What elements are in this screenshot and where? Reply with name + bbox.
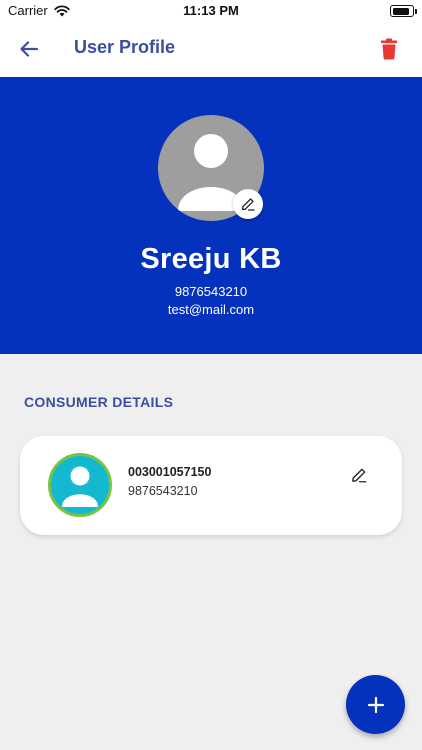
back-button[interactable]	[14, 34, 44, 64]
plus-icon	[367, 696, 384, 713]
status-bar: Carrier 11:13 PM	[0, 0, 422, 22]
battery-icon	[390, 5, 417, 17]
app-bar: User Profile	[0, 22, 422, 77]
add-consumer-button[interactable]	[346, 675, 405, 734]
user-phone: 9876543210	[174, 284, 248, 299]
user-name: Sreeju KB	[140, 243, 282, 275]
edit-avatar-button[interactable]	[233, 189, 263, 219]
battery-fill	[392, 7, 409, 15]
consumer-phone: 9876543210	[128, 484, 198, 498]
edit-consumer-button[interactable]	[348, 464, 370, 486]
pencil-icon	[352, 468, 367, 483]
user-profile-screen: Carrier 11:13 PM User Profile Sreeju KB …	[0, 0, 422, 750]
delete-button[interactable]	[376, 35, 402, 63]
consumer-avatar	[48, 453, 112, 517]
trash-icon	[381, 38, 397, 60]
status-time: 11:13 PM	[183, 3, 239, 18]
consumer-card[interactable]: 003001057150 9876543210	[20, 436, 402, 535]
page-title: User Profile	[74, 37, 176, 57]
arrow-left-icon	[20, 41, 39, 57]
person-icon	[62, 466, 98, 507]
consumer-details-heading: CONSUMER DETAILS	[24, 394, 174, 410]
pencil-icon	[241, 198, 255, 211]
user-email: test@mail.com	[167, 302, 255, 317]
consumer-number: 003001057150	[128, 465, 212, 479]
profile-header: Sreeju KB 9876543210 test@mail.com	[0, 77, 422, 354]
